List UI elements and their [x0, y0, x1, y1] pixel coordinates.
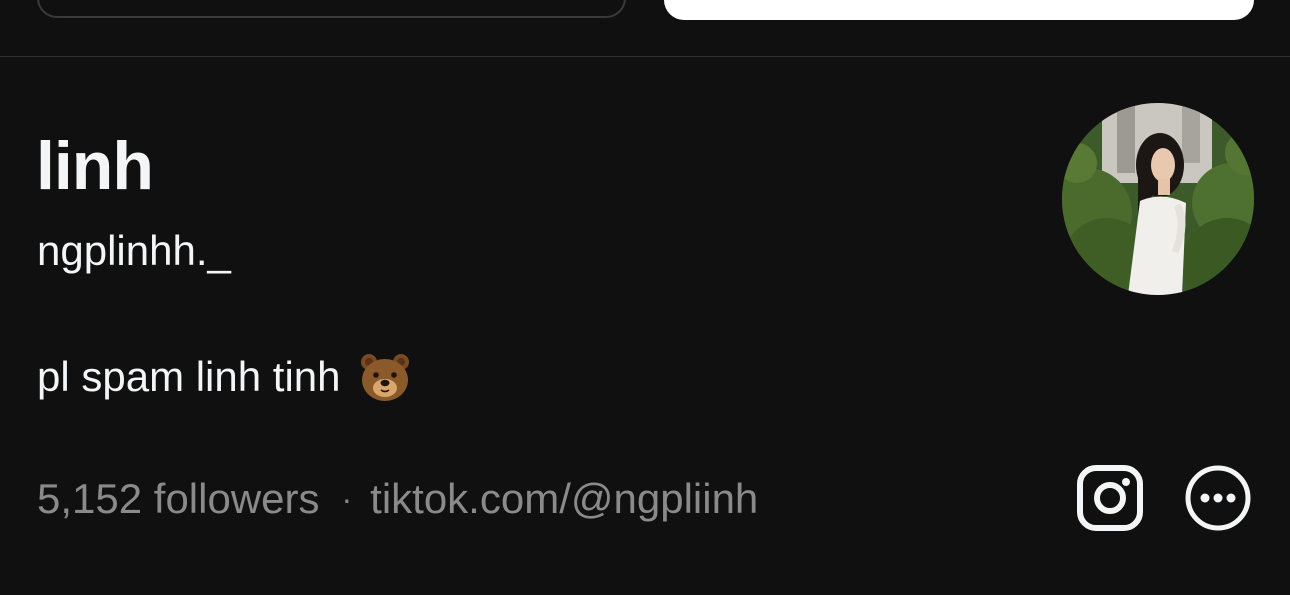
profile-meta: 5,152 followers · tiktok.com/@ngpliinh [37, 472, 758, 526]
meta-separator: · [341, 481, 353, 517]
profile-bio: pl spam linh tinh [37, 350, 411, 404]
bear-face-emoji-icon [359, 352, 411, 402]
profile-username[interactable]: ngplinhh._ [37, 226, 231, 276]
more-options-icon[interactable] [1184, 464, 1252, 532]
instagram-icon[interactable] [1076, 464, 1144, 532]
followers-count[interactable]: 5,152 followers [37, 472, 320, 526]
bio-text: pl spam linh tinh [37, 353, 341, 400]
edit-profile-button[interactable] [37, 0, 626, 18]
header-divider [0, 56, 1290, 57]
profile-display-name: linh [36, 128, 154, 204]
share-profile-button[interactable] [664, 0, 1254, 20]
profile-page: linh ngplinhh._ pl spam linh tinh 5,152 … [0, 0, 1290, 595]
profile-link[interactable]: tiktok.com/@ngpliinh [370, 472, 758, 526]
profile-avatar[interactable] [1062, 103, 1254, 295]
